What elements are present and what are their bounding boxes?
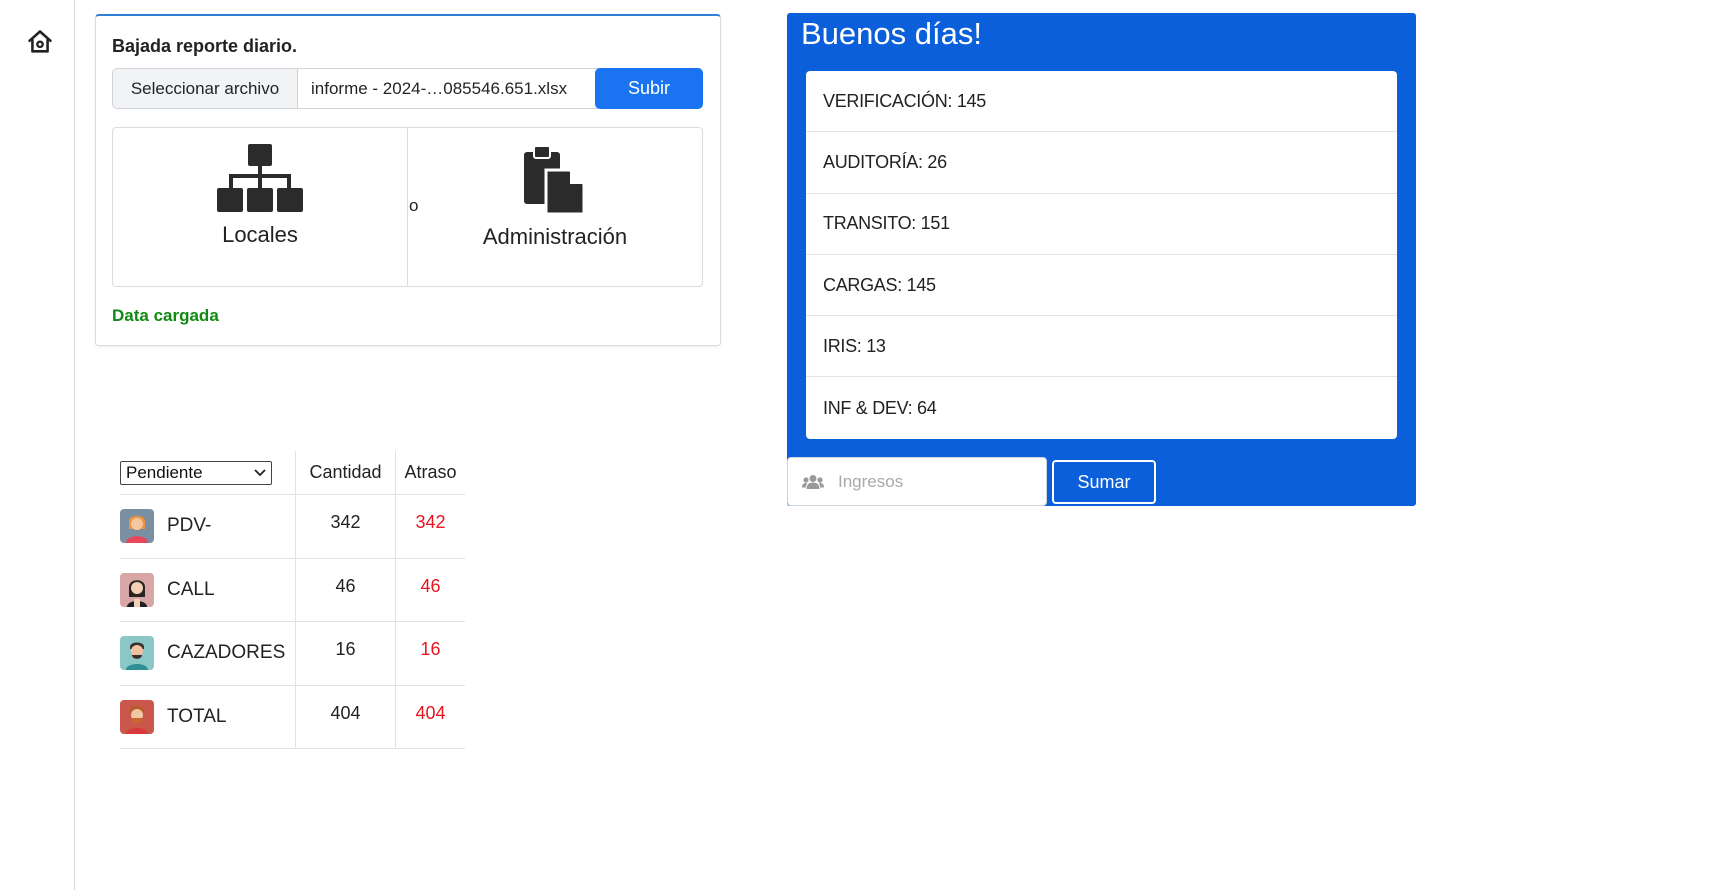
status-filter-value: Pendiente — [126, 462, 203, 482]
report-type-selector: Locales Administración o — [112, 127, 703, 287]
option-administracion-label: Administración — [482, 224, 628, 249]
stats-list: VERIFICACIÓN: 145 AUDITORÍA: 26 TRANSITO… — [806, 71, 1397, 439]
cell-cantidad: 16 — [296, 622, 396, 685]
row-label: PDV- — [167, 515, 212, 537]
col-header-cantidad: Cantidad — [296, 451, 396, 494]
sumar-button[interactable]: Sumar — [1052, 460, 1156, 504]
greeting-panel: Buenos días! VERIFICACIÓN: 145 AUDITORÍA… — [787, 13, 1416, 506]
greeting-title: Buenos días! — [801, 16, 982, 51]
paste-icon — [524, 145, 586, 216]
chevron-down-icon — [254, 468, 266, 476]
stat-item: INF & DEV: 64 — [823, 397, 937, 418]
table-header: Pendiente Cantidad Atraso — [120, 451, 465, 495]
avatar — [120, 636, 154, 671]
cell-cantidad: 404 — [296, 685, 396, 748]
users-icon — [802, 474, 824, 489]
upload-card: Bajada reporte diario. Seleccionar archi… — [95, 14, 721, 346]
upload-title: Bajada reporte diario. — [112, 36, 298, 56]
pending-table: Pendiente Cantidad Atraso PDV- 342 342 C… — [120, 451, 465, 749]
cell-atraso: 342 — [415, 512, 446, 532]
cell-cantidad: 46 — [296, 558, 396, 621]
stat-item: TRANSITO: 151 — [806, 194, 1397, 255]
table-row[interactable]: CALL 46 46 — [120, 558, 465, 622]
cell-atraso: 16 — [420, 639, 441, 659]
avatar — [120, 572, 154, 607]
table-row[interactable]: TOTAL 404 404 — [120, 685, 465, 749]
selected-file-name: informe - 2024-…085546.651.xlsx — [311, 78, 568, 98]
ingresos-field[interactable] — [787, 457, 1047, 506]
upload-status: Data cargada — [112, 306, 219, 325]
file-input[interactable]: Seleccionar archivo informe - 2024-…0855… — [112, 68, 602, 109]
status-filter-select[interactable]: Pendiente — [120, 460, 272, 485]
option-administracion[interactable]: Administración — [407, 128, 702, 286]
stat-item: CARGAS: 145 — [806, 255, 1397, 317]
sitemap-icon — [217, 144, 303, 212]
cell-atraso: 404 — [415, 702, 446, 723]
cell-cantidad: 342 — [296, 495, 396, 558]
avatar — [120, 699, 154, 734]
upload-submit-button[interactable]: Subir — [595, 68, 703, 109]
home-icon[interactable] — [26, 28, 54, 56]
row-label: CAZADORES — [167, 642, 286, 664]
stat-item: IRIS: 13 — [806, 316, 1397, 378]
row-label: TOTAL — [167, 705, 227, 727]
or-separator: o — [408, 196, 420, 216]
option-locales[interactable]: Locales — [113, 128, 407, 286]
option-locales-label: Locales — [222, 222, 298, 247]
choose-file-button[interactable]: Seleccionar archivo — [113, 69, 298, 108]
stat-item: VERIFICACIÓN: 145 — [806, 71, 1397, 133]
row-label: CALL — [167, 578, 215, 600]
col-header-atraso: Atraso — [404, 462, 457, 482]
avatar — [120, 509, 154, 544]
sidebar — [0, 0, 75, 890]
table-row[interactable]: PDV- 342 342 — [120, 495, 465, 559]
ingresos-input[interactable] — [836, 470, 1036, 493]
stat-item: AUDITORÍA: 26 — [806, 132, 1397, 194]
cell-atraso: 46 — [420, 575, 441, 596]
table-row[interactable]: CAZADORES 16 16 — [120, 622, 465, 686]
